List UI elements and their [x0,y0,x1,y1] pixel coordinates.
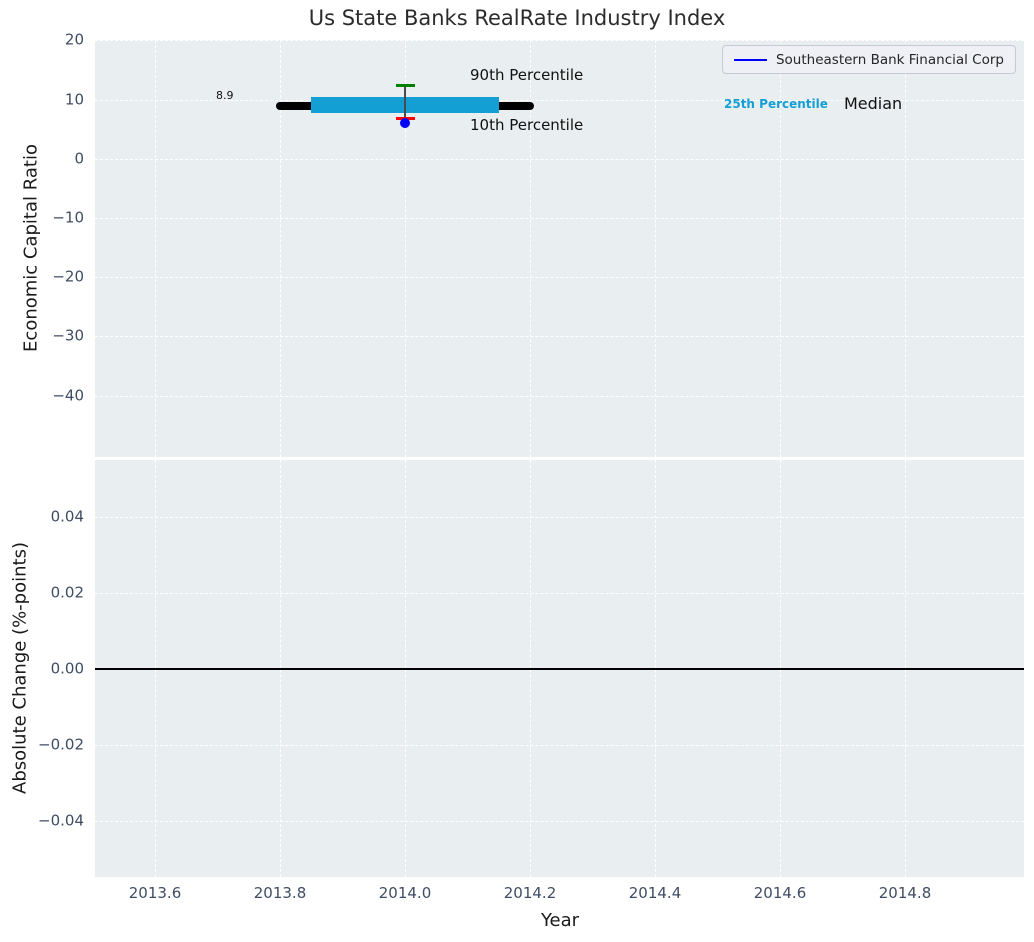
legend: Southeastern Bank Financial Corp [721,45,1016,74]
y-tick-label: 0.04 [50,507,84,526]
y-tick-label: −0.04 [38,811,84,830]
y-tick-label: 20 [64,30,84,49]
y-tick-label: −30 [52,326,84,345]
median-annotation: Median [844,94,903,113]
gridline-horizontal [95,517,1024,518]
figure: Us State Banks RealRate Industry Index 8… [0,0,1034,942]
chart-title: Us State Banks RealRate Industry Index [308,6,726,30]
y-tick-label: −0.02 [38,735,84,754]
x-tick-label: 2014.8 [878,884,932,902]
gridline-horizontal [95,336,1024,338]
y-tick-label: −20 [52,267,84,286]
bottom-axes [95,460,1024,877]
gridline-horizontal [95,593,1024,594]
p10-annotation: 10th Percentile [470,116,584,134]
x-tick-label: 2014.0 [378,884,432,902]
gridline-horizontal [95,821,1024,822]
p90-annotation: 90th Percentile [470,66,584,84]
y-tick-label: 0.02 [50,583,84,602]
y-tick-label: −40 [52,386,84,404]
y-tick-label: 10 [64,90,84,108]
zero-line [95,668,1024,670]
gridline-vertical [905,40,906,457]
error-bar-line [404,85,406,119]
median-value-annotation: 8.9 [216,89,234,102]
gridline-vertical [655,40,656,457]
x-tick-label: 2014.6 [753,884,807,902]
gridline-horizontal [95,395,1024,397]
gridline-vertical [155,40,156,457]
x-tick-label: 2013.8 [253,884,307,902]
gridline-horizontal [95,277,1024,279]
x-tick-label: 2014.2 [503,884,557,902]
legend-line-sample [733,58,767,61]
gridline-horizontal [95,158,1024,160]
y-tick-label: 0.00 [50,659,84,678]
x-tick-label: 2013.6 [128,884,182,902]
y-tick-label: −10 [52,208,84,227]
x-axis-label: Year [540,910,580,931]
x-tick-label: 2014.4 [628,884,682,902]
legend-label: Southeastern Bank Financial Corp [775,51,1004,68]
gridline-horizontal [95,745,1024,746]
gridline-horizontal [95,217,1024,219]
top-y-axis-label: Economic Capital Ratio [20,144,42,352]
y-tick-label: 0 [74,149,84,168]
p25-annotation: 25th Percentile [724,97,828,111]
top-axes: 8.9 90th Percentile 10th Percentile 25th… [95,40,1024,457]
gridline-horizontal [95,40,1024,42]
p90-cap-marker [395,84,415,88]
company-point [400,117,410,128]
